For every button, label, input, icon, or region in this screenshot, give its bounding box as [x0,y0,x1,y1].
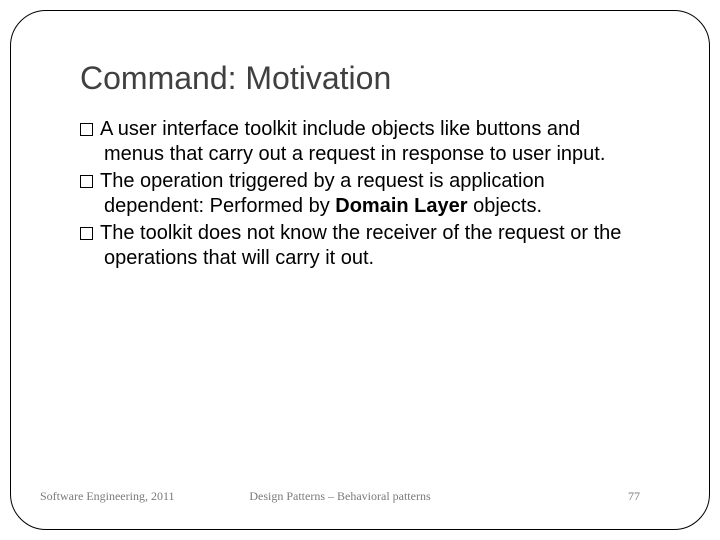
bullet-bold: Domain Layer [335,195,467,217]
footer-left: Software Engineering, 2011 [40,489,240,504]
content-area: Command: Motivation A user interface too… [80,60,640,273]
slide-title: Command: Motivation [80,60,640,97]
bullet-item: A user interface toolkit include objects… [80,117,640,167]
footer-center: Design Patterns – Behavioral patterns [240,489,440,504]
checkbox-icon [80,123,93,136]
page-number: 77 [440,489,680,504]
checkbox-icon [80,227,93,240]
footer: Software Engineering, 2011 Design Patter… [40,489,680,504]
slide: Command: Motivation A user interface too… [0,0,720,540]
bullet-list: A user interface toolkit include objects… [80,117,640,271]
bullet-text: The toolkit does not know the receiver o… [100,222,621,269]
bullet-item: The operation triggered by a request is … [80,169,640,219]
bullet-text: A user interface toolkit include objects… [100,118,605,165]
bullet-item: The toolkit does not know the receiver o… [80,221,640,271]
checkbox-icon [80,175,93,188]
bullet-text-after: objects. [468,195,542,217]
